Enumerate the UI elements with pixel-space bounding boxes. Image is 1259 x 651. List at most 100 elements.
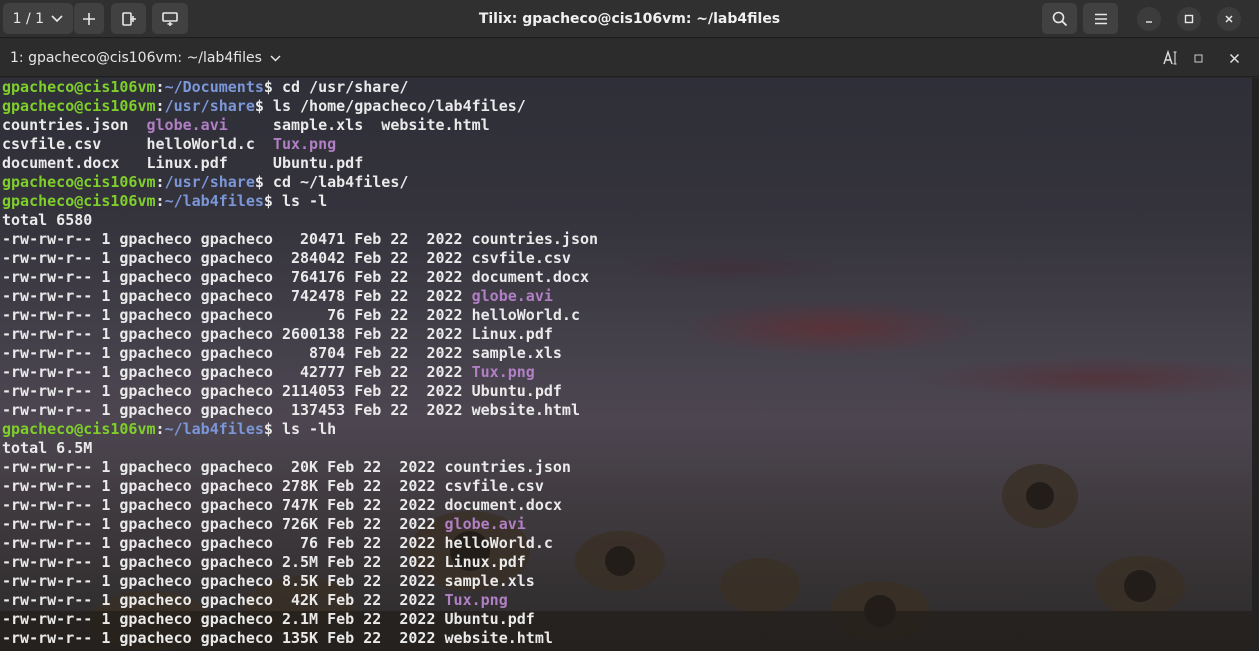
split-right-icon (121, 11, 136, 26)
chevron-down-icon (51, 14, 63, 22)
terminal-text: csvfile.csv helloWorld.c (2, 135, 273, 153)
maximize-terminal-button[interactable] (1188, 48, 1208, 68)
terminal-line: csvfile.csv helloWorld.c Tux.png (2, 135, 598, 154)
close-window-button[interactable] (1217, 7, 1241, 31)
terminal-line: document.docx Linux.pdf Ubuntu.pdf (2, 154, 598, 173)
read-only-text-icon[interactable] (1161, 48, 1181, 68)
prompt-user-host: gpacheco@cis106vm (2, 78, 156, 96)
terminal-text: -rw-rw-r-- 1 gpacheco gpacheco 42777 Feb… (2, 363, 472, 381)
terminal-text: -rw-rw-r-- 1 gpacheco gpacheco 747K Feb … (2, 496, 562, 514)
terminal-line: -rw-rw-r-- 1 gpacheco gpacheco 8704 Feb … (2, 344, 598, 363)
session-switcher-button[interactable]: 1 / 1 (3, 3, 73, 34)
terminal-text: $ cd /usr/share/ (263, 78, 409, 96)
text-cursor-icon (1163, 49, 1177, 65)
add-terminal-down-button[interactable] (152, 3, 188, 34)
prompt-path: /usr/share (164, 97, 255, 115)
terminal-text: -rw-rw-r-- 1 gpacheco gpacheco 2.5M Feb … (2, 553, 526, 571)
add-session-button[interactable] (74, 3, 104, 34)
terminal-text: -rw-rw-r-- 1 gpacheco gpacheco 20K Feb 2… (2, 458, 571, 476)
media-filename: Tux.png (272, 135, 337, 153)
chevron-down-icon (270, 54, 281, 62)
terminal-text: document.docx Linux.pdf Ubuntu.pdf (2, 154, 364, 172)
terminal-text: -rw-rw-r-- 1 gpacheco gpacheco 8704 Feb … (2, 344, 562, 362)
terminal-text: $ ls -lh (263, 420, 337, 438)
split-down-icon (162, 11, 178, 26)
terminal-text: sample.xls website.html (227, 116, 490, 134)
terminal-line: countries.json globe.avi sample.xls webs… (2, 116, 598, 135)
close-icon (1229, 53, 1239, 63)
terminal-line: -rw-rw-r-- 1 gpacheco gpacheco 764176 Fe… (2, 268, 598, 287)
terminal-text: -rw-rw-r-- 1 gpacheco gpacheco 2600138 F… (2, 325, 553, 343)
terminal-text: -rw-rw-r-- 1 gpacheco gpacheco 76 Feb 22… (2, 534, 553, 552)
media-filename: Tux.png (444, 591, 508, 609)
terminal-text: total 6.5M (2, 439, 93, 457)
terminal-text: -rw-rw-r-- 1 gpacheco gpacheco 76 Feb 22… (2, 306, 580, 324)
terminal-text: countries.json (2, 116, 147, 134)
terminal-text: -rw-rw-r-- 1 gpacheco gpacheco 2114053 F… (2, 382, 562, 400)
terminal-output: gpacheco@cis106vm:~/Documents$ cd /usr/s… (2, 78, 598, 648)
prompt-user-host: gpacheco@cis106vm (2, 97, 156, 115)
terminal-text: : (155, 420, 165, 438)
terminal-text: -rw-rw-r-- 1 gpacheco gpacheco 20471 Feb… (2, 230, 599, 248)
terminal-text: : (155, 97, 165, 115)
terminal-title: 1: gpacheco@cis106vm: ~/lab4files (10, 50, 262, 66)
prompt-path: ~/Documents (164, 78, 264, 96)
terminal-text: $ ls /home/gpacheco/lab4files/ (254, 97, 526, 115)
plus-icon (83, 12, 95, 25)
terminal-text: -rw-rw-r-- 1 gpacheco gpacheco 2.1M Feb … (2, 610, 535, 628)
prompt-path: ~/lab4files (164, 192, 264, 210)
terminal-line: -rw-rw-r-- 1 gpacheco gpacheco 135K Feb … (2, 629, 598, 648)
terminal-line: -rw-rw-r-- 1 gpacheco gpacheco 20K Feb 2… (2, 458, 598, 477)
search-button[interactable] (1042, 3, 1077, 34)
terminal-line: -rw-rw-r-- 1 gpacheco gpacheco 742478 Fe… (2, 287, 598, 306)
maximize-icon (1184, 14, 1194, 24)
terminal-text: -rw-rw-r-- 1 gpacheco gpacheco 764176 Fe… (2, 268, 589, 286)
prompt-user-host: gpacheco@cis106vm (2, 173, 156, 191)
terminal-text: -rw-rw-r-- 1 gpacheco gpacheco 135K Feb … (2, 629, 553, 647)
terminal-line: gpacheco@cis106vm:~/Documents$ cd /usr/s… (2, 78, 598, 97)
media-filename: globe.avi (471, 287, 553, 305)
minimize-icon (1146, 21, 1152, 23)
terminal-line: -rw-rw-r-- 1 gpacheco gpacheco 2.5M Feb … (2, 553, 598, 572)
menu-button[interactable] (1083, 3, 1118, 34)
terminal-line: -rw-rw-r-- 1 gpacheco gpacheco 2114053 F… (2, 382, 598, 401)
close-icon (1225, 15, 1233, 23)
prompt-path: ~/lab4files (164, 420, 264, 438)
terminal-line: -rw-rw-r-- 1 gpacheco gpacheco 278K Feb … (2, 477, 598, 496)
terminal-title-dropdown[interactable]: 1: gpacheco@cis106vm: ~/lab4files (10, 39, 281, 77)
terminal-line: -rw-rw-r-- 1 gpacheco gpacheco 8.5K Feb … (2, 572, 598, 591)
terminal-line: -rw-rw-r-- 1 gpacheco gpacheco 76 Feb 22… (2, 306, 598, 325)
terminal-text: $ cd ~/lab4files/ (254, 173, 409, 191)
add-terminal-right-button[interactable] (111, 3, 146, 34)
terminal-line: gpacheco@cis106vm:/usr/share$ cd ~/lab4f… (2, 173, 598, 192)
terminal-text: : (155, 78, 165, 96)
terminal-scrollbar[interactable] (1252, 78, 1259, 651)
header-bar: 1 / 1 Tilix: gpacheco@cis106vm: ~/lab4fi… (0, 0, 1259, 38)
terminal-line: -rw-rw-r-- 1 gpacheco gpacheco 284042 Fe… (2, 249, 598, 268)
terminal-text: -rw-rw-r-- 1 gpacheco gpacheco 278K Feb … (2, 477, 544, 495)
terminal-text: -rw-rw-r-- 1 gpacheco gpacheco 284042 Fe… (2, 249, 571, 267)
prompt-user-host: gpacheco@cis106vm (2, 192, 156, 210)
terminal-text: $ ls -l (263, 192, 328, 210)
media-filename: globe.avi (444, 515, 526, 533)
maximize-button[interactable] (1177, 7, 1201, 31)
terminal-line: -rw-rw-r-- 1 gpacheco gpacheco 726K Feb … (2, 515, 598, 534)
terminal-text: : (155, 173, 165, 191)
terminal-view[interactable]: gpacheco@cis106vm:~/Documents$ cd /usr/s… (0, 78, 1252, 651)
prompt-user-host: gpacheco@cis106vm (2, 420, 156, 438)
session-label: 1 / 1 (12, 10, 45, 27)
search-icon (1052, 11, 1067, 26)
terminal-text: -rw-rw-r-- 1 gpacheco gpacheco 8.5K Feb … (2, 572, 535, 590)
terminal-line: gpacheco@cis106vm:~/lab4files$ ls -lh (2, 420, 598, 439)
maximize-icon (1194, 54, 1202, 62)
terminal-line: total 6580 (2, 211, 598, 230)
terminal-title-bar: 1: gpacheco@cis106vm: ~/lab4files (0, 39, 1259, 77)
terminal-text: total 6580 (2, 211, 93, 229)
hamburger-menu-icon (1094, 13, 1107, 24)
close-terminal-button[interactable] (1224, 48, 1244, 68)
media-filename: globe.avi (146, 116, 228, 134)
terminal-text: -rw-rw-r-- 1 gpacheco gpacheco 726K Feb … (2, 515, 445, 533)
minimize-button[interactable] (1137, 7, 1161, 31)
terminal-line: -rw-rw-r-- 1 gpacheco gpacheco 42K Feb 2… (2, 591, 598, 610)
terminal-text: : (155, 192, 165, 210)
